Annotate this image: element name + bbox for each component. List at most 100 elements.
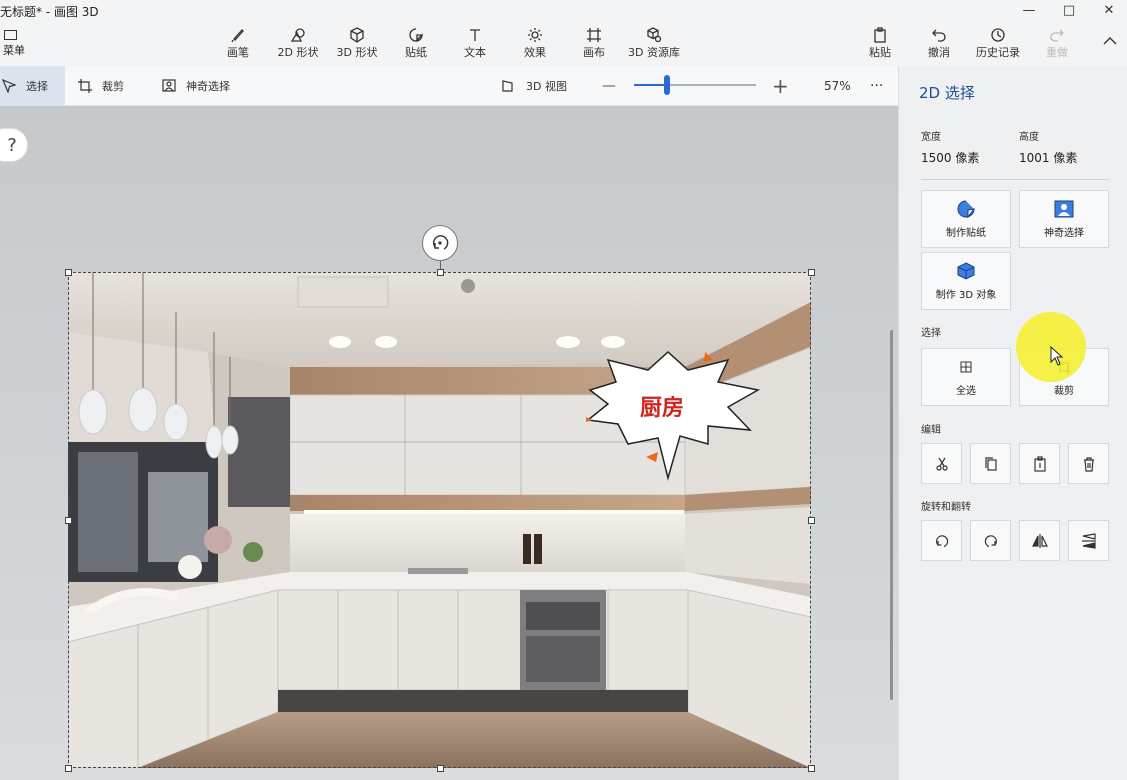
undo-icon (931, 26, 947, 44)
tool-canvas[interactable]: 画布 (564, 26, 624, 62)
magic-select-tool[interactable]: 神奇选择 (162, 66, 230, 106)
kitchen-photo[interactable]: 厨房 (68, 272, 811, 768)
more-options-button[interactable]: ··· (870, 66, 883, 106)
flip-horizontal-icon (1031, 533, 1048, 548)
3d-view-icon (502, 80, 513, 92)
height-value[interactable]: 1001 像素 (1019, 149, 1077, 166)
flip-vertical-button[interactable] (1068, 520, 1109, 561)
tool-text[interactable]: 文本 (445, 26, 505, 62)
cut-button[interactable] (921, 443, 962, 484)
action-label: 撤消 (928, 46, 950, 59)
make-sticker-label: 制作贴纸 (946, 227, 986, 239)
paste-icon (872, 26, 888, 44)
tool-label: 画笔 (227, 46, 249, 59)
history-icon (990, 26, 1006, 44)
tool-label: 3D 形状 (336, 46, 378, 59)
edit-section-label: 编辑 (921, 425, 941, 436)
tool-brush[interactable]: 画笔 (208, 26, 268, 62)
rotate-left-icon (935, 534, 948, 547)
width-label: 宽度 (921, 132, 941, 143)
properties-panel: 2D 选择 宽度 1500 像素 高度 1001 像素 制作贴纸 神奇选择 制作… (898, 66, 1127, 780)
action-label: 重做 (1046, 46, 1068, 59)
rotate-handle[interactable] (422, 225, 458, 261)
magic-select-label: 神奇选择 (1044, 227, 1084, 239)
minimize-button[interactable]: — (1009, 0, 1049, 20)
tool-sticker[interactable]: 贴纸 (386, 26, 446, 62)
close-icon: ✕ (1103, 2, 1115, 18)
resize-handle-se[interactable] (808, 765, 815, 772)
delete-button[interactable] (1068, 443, 1109, 484)
zoom-out-button[interactable]: — (602, 66, 616, 106)
copy-button[interactable] (970, 443, 1011, 484)
make-3d-object-button[interactable]: 制作 3D 对象 (921, 252, 1011, 310)
canvas-scrollbar[interactable] (890, 330, 893, 700)
tool-label: 2D 形状 (277, 46, 319, 59)
history-button[interactable]: 历史记录 (968, 26, 1028, 62)
resize-handle-nw[interactable] (65, 269, 72, 276)
effects-icon (527, 26, 543, 44)
3d-shapes-icon (349, 26, 365, 44)
delete-icon (1083, 456, 1094, 472)
resize-handle-ne[interactable] (808, 269, 815, 276)
rotate-right-button[interactable] (970, 520, 1011, 561)
action-label: 历史记录 (976, 46, 1020, 59)
tool-3d-shapes[interactable]: 3D 形状 (327, 26, 387, 62)
zoom-in-button[interactable]: + (772, 66, 789, 106)
undo-button[interactable]: 撤消 (909, 26, 969, 62)
menu-button[interactable]: 菜单 (0, 28, 28, 60)
minimize-icon: — (1022, 2, 1036, 18)
tool-label: 效果 (524, 46, 546, 59)
tool-2d-shapes[interactable]: 2D 形状 (268, 26, 328, 62)
magic-select-icon (1054, 200, 1074, 217)
tool-label: 3D 资源库 (628, 46, 680, 59)
crop-label: 裁剪 (102, 80, 124, 93)
width-value[interactable]: 1500 像素 (921, 149, 979, 166)
tool-label: 文本 (464, 46, 486, 59)
window-title: 无标题* - 画图 3D (0, 5, 99, 19)
kitchen-illustration (68, 272, 811, 768)
tool-label: 贴纸 (405, 46, 427, 59)
select-all-label: 全选 (956, 385, 976, 397)
zoom-slider-thumb[interactable] (663, 75, 670, 95)
resize-handle-sw[interactable] (65, 765, 72, 772)
menu-icon (4, 30, 17, 40)
brush-icon (230, 26, 246, 44)
copy-icon (984, 456, 997, 471)
flip-vertical-icon (1081, 532, 1096, 549)
tool-effects[interactable]: 效果 (505, 26, 565, 62)
select-arrow-icon (2, 79, 16, 93)
action-label: 粘贴 (869, 46, 891, 59)
flip-horizontal-button[interactable] (1019, 520, 1060, 561)
magic-select-button[interactable]: 神奇选择 (1019, 190, 1109, 248)
select-all-button[interactable]: 全选 (921, 348, 1011, 406)
3d-view-button[interactable]: 3D 视图 (502, 66, 567, 106)
paste-button[interactable]: 粘贴 (850, 26, 910, 62)
title-bar: 无标题* - 画图 3D — □ ✕ 菜单 画笔 2D 形状 3D 形状 贴纸 … (0, 0, 1127, 66)
menu-label: 菜单 (3, 44, 25, 57)
tool-3d-library[interactable]: 3D 资源库 (624, 26, 684, 62)
resize-handle-n[interactable] (437, 269, 444, 276)
close-button[interactable]: ✕ (1089, 0, 1127, 20)
rotate-right-icon (984, 534, 997, 547)
rotate-left-button[interactable] (921, 520, 962, 561)
resize-handle-s[interactable] (437, 765, 444, 772)
sticker-icon (957, 200, 975, 218)
make-sticker-button[interactable]: 制作贴纸 (921, 190, 1011, 248)
select-tool[interactable]: 选择 (0, 66, 65, 106)
collapse-ribbon-icon[interactable] (1103, 36, 1117, 46)
maximize-button[interactable]: □ (1049, 0, 1089, 20)
select-section-label: 选择 (921, 328, 941, 339)
sub-toolbar: 选择 裁剪 神奇选择 3D 视图 — + 57% ··· (0, 66, 898, 106)
mouse-cursor-icon (1050, 346, 1064, 366)
rotate-icon (432, 235, 449, 250)
panel-divider (921, 179, 1109, 180)
zoom-level[interactable]: 57% (824, 66, 851, 106)
crop-tool[interactable]: 裁剪 (78, 66, 124, 106)
redo-icon (1049, 26, 1065, 44)
resize-handle-w[interactable] (65, 517, 72, 524)
panel-title: 2D 选择 (919, 84, 975, 102)
redo-button[interactable]: 重做 (1027, 26, 1087, 62)
paste-panel-button[interactable] (1019, 443, 1060, 484)
resize-handle-e[interactable] (808, 517, 815, 524)
select-label: 选择 (26, 80, 48, 93)
